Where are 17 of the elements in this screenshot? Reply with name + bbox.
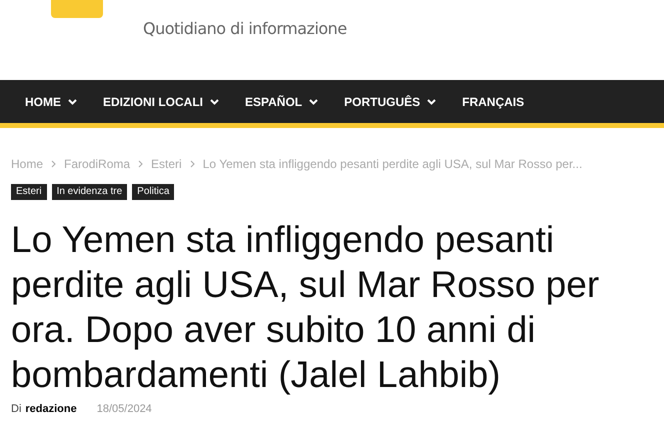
nav-item[interactable]: ESPAÑOL <box>245 92 318 110</box>
nav-item[interactable]: HOME <box>25 92 77 110</box>
category-tag[interactable]: Politica <box>132 184 174 200</box>
publish-date: 18/05/2024 <box>96 402 152 417</box>
category-tag[interactable]: In evidenza tre <box>52 184 128 200</box>
article-headline: Lo Yemen sta infliggendo pesanti perdite agli USA, sul Mar Rosso per ora. Dopo aver subito 10 anni di bombardamenti (Jalel Lahbib) <box>11 218 600 397</box>
author-link[interactable]: redazione <box>25 401 77 418</box>
chevron-icon <box>138 160 144 168</box>
nav-item[interactable]: PORTUGUÊS <box>344 92 436 110</box>
breadcrumb-current: Lo Yemen sta infliggendo pesanti perdite agli USA, sul Mar Rosso per... <box>202 156 582 173</box>
chevron-icon <box>190 160 195 168</box>
byline-prefix: Di <box>11 402 22 417</box>
nav-item[interactable]: EDIZIONI LOCALI <box>103 92 219 110</box>
nav-item[interactable]: FRANÇAIS <box>462 92 524 110</box>
tagline: Quotidiano di informazione <box>143 18 347 40</box>
category-tag[interactable]: Esteri <box>11 184 47 200</box>
chevron-icon <box>51 160 56 168</box>
